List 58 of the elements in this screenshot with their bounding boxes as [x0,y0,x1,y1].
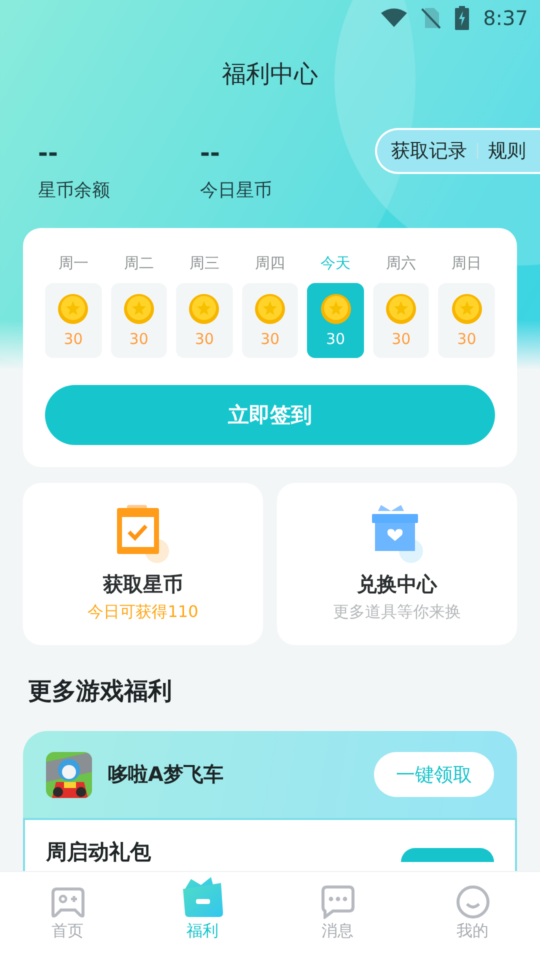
clipboard-check-icon [115,505,171,565]
section-title: 更多游戏福利 [28,677,172,705]
nav-tab[interactable]: 福利 [135,872,270,960]
nav-tab[interactable]: 首页 [0,872,135,960]
coin-amount: 30 [194,330,214,348]
gift-name: 周启动礼包 [46,840,151,864]
status-time: 8:37 [483,6,528,30]
feature-card[interactable]: 获取星币 今日可获得110 [23,483,263,645]
gift-heart-icon [369,505,425,565]
checkin-button[interactable]: 立即签到 [45,385,495,445]
day-label: 周二 [124,254,154,273]
feature-title: 获取星币 [103,571,183,598]
stat-value: -- [38,138,59,168]
feature-card[interactable]: 兑换中心 更多道具等你来换 [277,483,517,645]
wifi-icon [381,8,408,28]
feature-subtitle: 今日可获得110 [88,602,198,623]
coin-amount: 30 [64,330,83,348]
day-label: 周三 [189,254,220,273]
header-link[interactable]: 获取记录 [391,138,467,164]
coin-icon [452,294,482,324]
coin-amount: 30 [260,330,280,348]
day-label: 周日 [452,254,482,273]
nav-label: 首页 [52,921,84,942]
page-title: 福利中心 [222,59,318,90]
feature-title: 兑换中心 [357,571,437,598]
stat-label: 今日星币 [200,179,273,202]
nav-tab[interactable]: 我的 [405,872,540,960]
chat-icon [320,885,354,919]
gamepad-icon [50,887,84,919]
coin-amount: 30 [326,330,346,348]
day-label: 周一 [58,254,88,273]
nav-tab[interactable]: 消息 [270,872,405,960]
coin-icon [254,294,285,324]
header-link[interactable]: 规则 [488,138,526,164]
coin-amount: 30 [129,330,148,348]
coin-icon [58,294,88,324]
stat-label: 星币余额 [38,179,111,202]
nav-label: 福利 [186,921,218,942]
feature-subtitle: 更多道具等你来换 [333,602,461,623]
day-label: 今天 [320,254,351,273]
coin-icon [386,294,416,324]
nav-label: 我的 [456,921,488,942]
coin-icon [320,294,351,324]
no-sim-icon [421,7,442,29]
coin-icon [189,294,220,324]
coin-amount: 30 [392,330,411,348]
battery-icon [455,6,470,30]
gift-icon [180,877,224,919]
nav-label: 消息 [322,921,354,942]
smile-icon [456,885,490,919]
day-label: 周四 [254,254,285,273]
coin-amount: 30 [457,330,476,348]
coin-icon [124,294,154,324]
stat-value: -- [200,138,221,168]
game-name: 哆啦A梦飞车 [108,761,224,788]
day-label: 周六 [386,254,416,273]
claim-all-button[interactable]: 一键领取 [374,752,494,797]
claim-button[interactable] [401,848,494,862]
